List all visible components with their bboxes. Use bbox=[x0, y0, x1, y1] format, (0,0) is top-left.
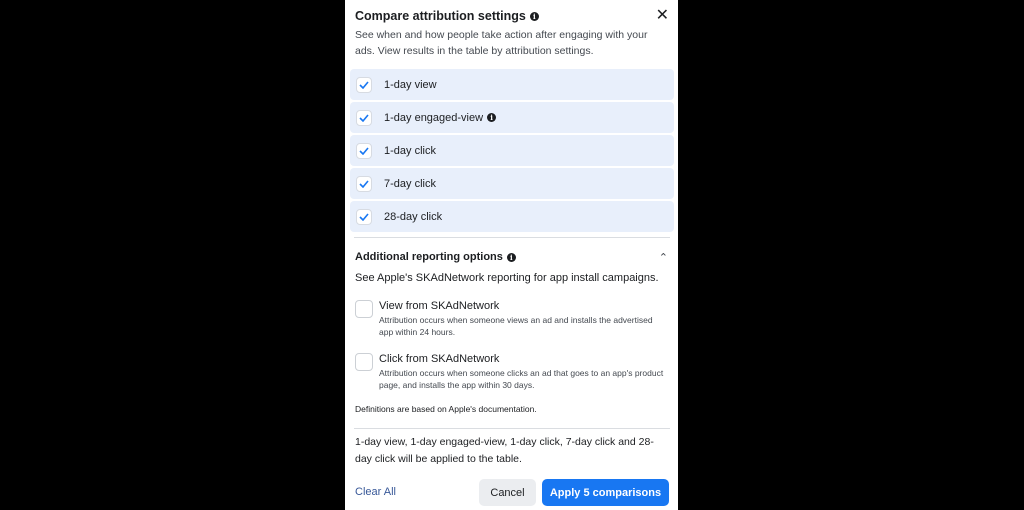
additional-options-title[interactable]: Additional reporting options i bbox=[355, 251, 516, 263]
option-label: View from SKAdNetwork bbox=[379, 300, 500, 312]
checkbox[interactable] bbox=[356, 109, 372, 126]
dialog-title-text: Compare attribution settings bbox=[355, 9, 526, 23]
close-icon[interactable]: ✕ bbox=[656, 8, 669, 24]
option-label: Click from SKAdNetwork bbox=[379, 353, 500, 365]
option-description: Attribution occurs when someone views an… bbox=[379, 315, 653, 337]
checkbox[interactable] bbox=[355, 300, 373, 318]
checkbox[interactable] bbox=[356, 208, 372, 225]
option-description: Attribution occurs when someone clicks a… bbox=[379, 368, 664, 390]
checkmark-icon bbox=[359, 80, 369, 89]
option-label: 7-day click bbox=[384, 177, 436, 190]
apply-button[interactable]: Apply 5 comparisons bbox=[542, 479, 669, 506]
attribution-options: 1-day view 1-day engaged-view i 1-day cli… bbox=[350, 69, 674, 234]
option-label: 28-day click bbox=[384, 210, 443, 223]
chevron-up-icon[interactable]: ⌃ bbox=[659, 251, 668, 264]
option-7-day-click[interactable]: 7-day click bbox=[350, 168, 674, 199]
option-label: 1-day view bbox=[384, 78, 437, 91]
option-1-day-view[interactable]: 1-day view bbox=[350, 69, 674, 100]
compare-attribution-dialog: Compare attribution settings i ✕ See whe… bbox=[345, 0, 678, 510]
checkbox[interactable] bbox=[356, 175, 372, 192]
checkmark-icon bbox=[359, 113, 369, 122]
checkbox[interactable] bbox=[355, 353, 373, 371]
option-1-day-engaged-view[interactable]: 1-day engaged-view i bbox=[350, 102, 674, 133]
checkmark-icon bbox=[359, 179, 369, 188]
option-28-day-click[interactable]: 28-day click bbox=[350, 201, 674, 232]
checkmark-icon bbox=[359, 212, 369, 221]
dialog-description: See when and how people take action afte… bbox=[355, 29, 648, 57]
checkmark-icon bbox=[359, 146, 369, 155]
cancel-button[interactable]: Cancel bbox=[479, 479, 536, 506]
info-icon[interactable]: i bbox=[506, 252, 516, 262]
divider bbox=[354, 428, 670, 429]
dialog-title: Compare attribution settings i bbox=[355, 8, 669, 24]
info-icon[interactable]: i bbox=[529, 11, 539, 21]
dialog-header: Compare attribution settings i ✕ See whe… bbox=[355, 8, 669, 59]
definitions-note: Definitions are based on Apple's documen… bbox=[355, 404, 537, 414]
option-label: 1-day click bbox=[384, 144, 436, 157]
checkbox[interactable] bbox=[356, 76, 372, 93]
divider bbox=[354, 237, 670, 238]
additional-description: See Apple's SKAdNetwork reporting for ap… bbox=[355, 272, 659, 284]
summary-text: 1-day view, 1-day engaged-view, 1-day cl… bbox=[355, 436, 654, 465]
info-icon[interactable]: i bbox=[487, 113, 497, 122]
option-label: 1-day engaged-view i bbox=[384, 112, 497, 124]
checkbox[interactable] bbox=[356, 142, 372, 159]
option-1-day-click[interactable]: 1-day click bbox=[350, 135, 674, 166]
clear-all-link[interactable]: Clear All bbox=[355, 486, 396, 498]
